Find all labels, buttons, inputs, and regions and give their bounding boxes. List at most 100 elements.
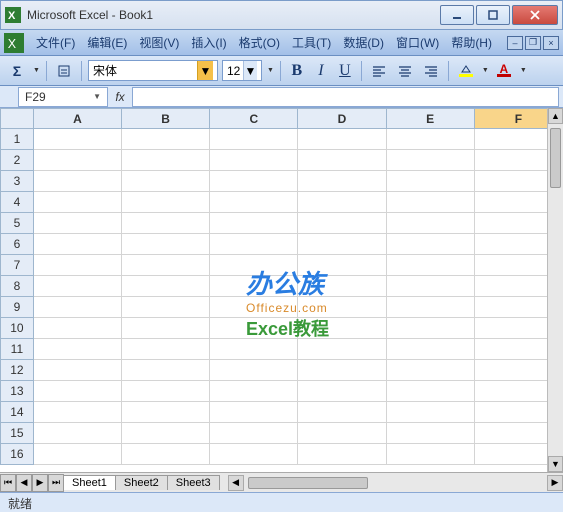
cell-E7[interactable] [386,255,474,276]
menu-window[interactable]: 窗口(W) [390,32,445,53]
underline-button[interactable]: U [335,61,355,81]
bold-button[interactable]: B [287,61,307,81]
select-all-corner[interactable] [1,109,34,129]
menu-insert[interactable]: 插入(I) [185,32,232,53]
menu-format[interactable]: 格式(O) [233,32,286,53]
column-header-A[interactable]: A [33,109,121,129]
cell-B4[interactable] [122,192,210,213]
tab-last-button[interactable]: ⏭ [48,474,64,492]
font-name-select[interactable]: 宋体 ▼ [88,60,218,81]
sheet-tab-sheet3[interactable]: Sheet3 [167,475,220,490]
cell-A10[interactable] [33,318,121,339]
row-header-9[interactable]: 9 [1,297,34,318]
cell-D7[interactable] [298,255,386,276]
column-header-B[interactable]: B [122,109,210,129]
cell-E13[interactable] [386,381,474,402]
vertical-scrollbar[interactable]: ▲ ▼ [547,108,563,472]
cell-E6[interactable] [386,234,474,255]
cell-E11[interactable] [386,339,474,360]
cell-C1[interactable] [210,129,298,150]
cell-B14[interactable] [122,402,210,423]
cell-B5[interactable] [122,213,210,234]
autosum-button[interactable]: Σ [6,60,28,82]
italic-button[interactable]: I [311,61,331,81]
cell-B6[interactable] [122,234,210,255]
sheet-tab-sheet2[interactable]: Sheet2 [115,475,168,490]
font-color-dropdown-icon[interactable]: ▼ [520,67,527,74]
cell-D4[interactable] [298,192,386,213]
tab-first-button[interactable]: ⏮ [0,474,16,492]
cell-D12[interactable] [298,360,386,381]
cell-C12[interactable] [210,360,298,381]
cell-D8[interactable] [298,276,386,297]
row-header-6[interactable]: 6 [1,234,34,255]
row-header-3[interactable]: 3 [1,171,34,192]
column-header-D[interactable]: D [298,109,386,129]
cell-D1[interactable] [298,129,386,150]
cell-B15[interactable] [122,423,210,444]
mdi-minimize-button[interactable]: – [507,36,523,50]
cell-A13[interactable] [33,381,121,402]
scroll-right-button[interactable]: ▶ [547,475,563,491]
cell-D3[interactable] [298,171,386,192]
cell-E16[interactable] [386,444,474,465]
cell-D2[interactable] [298,150,386,171]
cell-E12[interactable] [386,360,474,381]
column-header-E[interactable]: E [386,109,474,129]
menu-edit[interactable]: 编辑(E) [81,32,133,53]
tab-next-button[interactable]: ▶ [32,474,48,492]
spreadsheet-grid[interactable]: ABCDEF 12345678910111213141516 [0,108,563,465]
align-left-button[interactable] [368,60,390,82]
cell-B12[interactable] [122,360,210,381]
cell-B3[interactable] [122,171,210,192]
cell-B11[interactable] [122,339,210,360]
cell-E5[interactable] [386,213,474,234]
cell-E9[interactable] [386,297,474,318]
cell-E14[interactable] [386,402,474,423]
cell-C5[interactable] [210,213,298,234]
scroll-left-button[interactable]: ◀ [228,475,244,491]
font-color-button[interactable]: A [493,60,515,82]
maximize-button[interactable] [476,5,510,25]
formula-input[interactable] [132,87,559,107]
cell-D11[interactable] [298,339,386,360]
cell-A9[interactable] [33,297,121,318]
menu-tools[interactable]: 工具(T) [286,32,337,53]
cell-B9[interactable] [122,297,210,318]
cell-C6[interactable] [210,234,298,255]
scroll-up-button[interactable]: ▲ [548,108,563,124]
cell-A4[interactable] [33,192,121,213]
autosum-dropdown-icon[interactable]: ▼ [33,67,40,74]
row-header-1[interactable]: 1 [1,129,34,150]
cell-A15[interactable] [33,423,121,444]
cell-B10[interactable] [122,318,210,339]
cell-C14[interactable] [210,402,298,423]
scroll-down-button[interactable]: ▼ [548,456,563,472]
cell-E4[interactable] [386,192,474,213]
row-header-13[interactable]: 13 [1,381,34,402]
row-header-15[interactable]: 15 [1,423,34,444]
toolbar-options-button[interactable] [53,60,75,82]
menu-view[interactable]: 视图(V) [133,32,185,53]
cell-C9[interactable] [210,297,298,318]
cell-B7[interactable] [122,255,210,276]
menu-help[interactable]: 帮助(H) [445,32,498,53]
sheet-tab-sheet1[interactable]: Sheet1 [63,475,116,490]
row-header-2[interactable]: 2 [1,150,34,171]
fill-color-dropdown-icon[interactable]: ▼ [482,67,489,74]
minimize-button[interactable] [440,5,474,25]
cell-C4[interactable] [210,192,298,213]
font-size-select[interactable]: 12 ▼ [222,60,262,81]
cell-D5[interactable] [298,213,386,234]
row-header-11[interactable]: 11 [1,339,34,360]
mdi-restore-button[interactable]: ❐ [525,36,541,50]
font-dropdown-icon[interactable]: ▼ [267,67,274,74]
cell-D14[interactable] [298,402,386,423]
cell-A1[interactable] [33,129,121,150]
fill-color-button[interactable] [455,60,477,82]
cell-A2[interactable] [33,150,121,171]
row-header-14[interactable]: 14 [1,402,34,423]
cell-C3[interactable] [210,171,298,192]
name-box[interactable]: F29 ▼ [18,87,108,107]
cell-C2[interactable] [210,150,298,171]
